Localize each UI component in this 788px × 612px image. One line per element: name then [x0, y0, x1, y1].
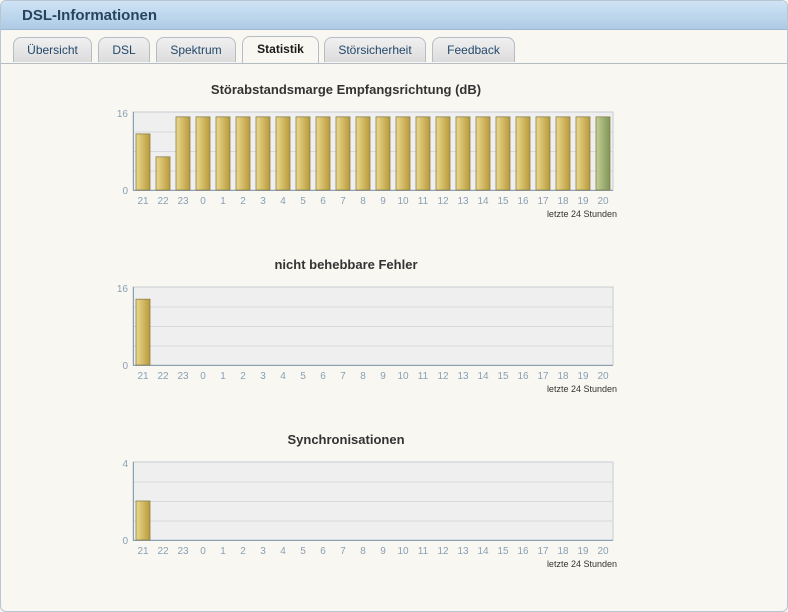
x-tick-label: 14 — [477, 546, 489, 557]
x-tick-label: 21 — [137, 546, 149, 557]
x-tick-label: 12 — [437, 546, 449, 557]
x-tick-label: 1 — [220, 546, 226, 557]
x-tick-label: 0 — [200, 546, 206, 557]
x-tick-label: 9 — [380, 546, 386, 557]
x-tick-label: 16 — [517, 546, 529, 557]
bar — [135, 500, 151, 541]
x-tick-label: 2 — [240, 546, 246, 557]
x-tick-label: 10 — [397, 546, 409, 557]
y-tick-label: 4 — [122, 459, 128, 470]
x-tick-label: 20 — [597, 546, 609, 557]
x-tick-label: 19 — [577, 546, 589, 557]
x-axis-footer: letzte 24 Stunden — [547, 559, 617, 569]
x-tick-label: 15 — [497, 546, 509, 557]
x-tick-label: 23 — [177, 546, 189, 557]
x-tick-label: 13 — [457, 546, 469, 557]
x-tick-label: 11 — [418, 546, 429, 557]
y-tick-label: 0 — [122, 536, 128, 547]
chart-synchronisations: 4021 22 23 0 1 2 3 4 5 6 7 8 9 10 11 12 13 14 15 16 17 18 19 20… — [122, 459, 617, 569]
x-tick-label: 5 — [300, 546, 306, 557]
x-tick-label: 7 — [340, 546, 346, 557]
x-tick-label: 4 — [280, 546, 286, 557]
x-tick-label: 18 — [557, 546, 569, 557]
dsl-info-panel: DSL-Informationen Übersicht DSL Spektrum… — [0, 0, 788, 612]
x-tick-label: 17 — [537, 546, 549, 557]
x-tick-label: 22 — [157, 546, 169, 557]
x-tick-label: 6 — [320, 546, 326, 557]
x-tick-label: 8 — [360, 546, 366, 557]
x-tick-label: 3 — [260, 546, 266, 557]
